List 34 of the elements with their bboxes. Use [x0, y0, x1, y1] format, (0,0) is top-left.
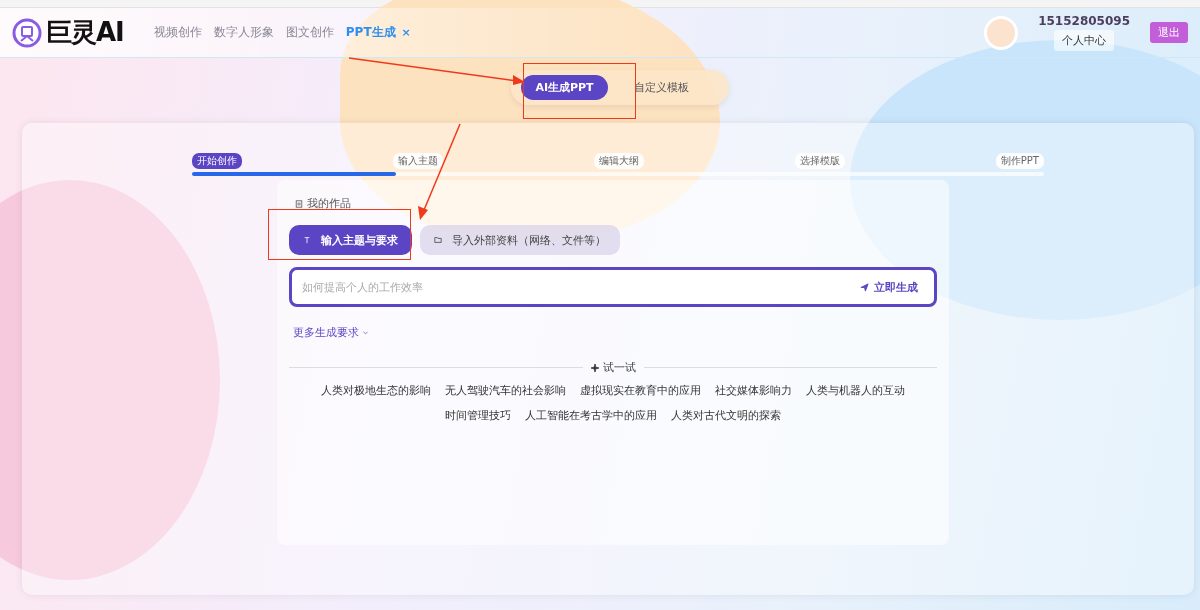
- suggestion-link[interactable]: 人类对极地生态的影响: [321, 383, 431, 398]
- input-tab[interactable]: 导入外部资料（网络、文件等）: [420, 225, 620, 255]
- suggestion-link[interactable]: 虚拟现实在教育中的应用: [580, 383, 701, 398]
- try-heading: 试一试: [590, 360, 636, 375]
- step-label: 选择模版: [794, 153, 845, 169]
- step-label: 开始创作: [192, 153, 242, 169]
- logout-button[interactable]: 退出: [1150, 22, 1188, 43]
- suggestion-link[interactable]: 无人驾驶汽车的社会影响: [445, 383, 566, 398]
- input-tab[interactable]: 输入主题与要求: [289, 225, 412, 255]
- step-label: 制作PPT: [995, 153, 1044, 169]
- logo-text: 巨灵AI: [46, 16, 124, 49]
- generate-button[interactable]: 立即生成: [854, 278, 924, 296]
- avatar[interactable]: [984, 15, 1019, 50]
- logo-icon: [12, 17, 42, 48]
- my-works-link[interactable]: 我的作品: [289, 196, 937, 211]
- topic-input-field[interactable]: 如何提高个人的工作效率 立即生成: [289, 267, 937, 307]
- document-icon: [295, 199, 303, 208]
- suggestion-link[interactable]: 人类与机器人的互动: [806, 383, 905, 398]
- more-options-toggle[interactable]: 更多生成要求: [289, 325, 369, 340]
- mode-tab[interactable]: 自定义模板: [619, 75, 703, 100]
- mode-tab[interactable]: AI生成PPT: [521, 75, 608, 100]
- send-icon: [860, 282, 869, 292]
- nav-tab[interactable]: 视频创作: [153, 24, 202, 41]
- suggestion-link[interactable]: 社交媒体影响力: [715, 383, 792, 398]
- suggestion-link[interactable]: 时间管理技巧: [445, 408, 511, 423]
- text-icon: [303, 236, 311, 244]
- folder-icon: [434, 236, 442, 244]
- chevron-down-icon: [362, 329, 369, 336]
- suggestion-link[interactable]: 人类对古代文明的探索: [671, 408, 781, 423]
- profile-button[interactable]: 个人中心: [1054, 30, 1115, 51]
- suggestion-link[interactable]: 人工智能在考古学中的应用: [525, 408, 657, 423]
- step-label: 输入主题: [392, 153, 443, 169]
- step-label: 编辑大纲: [593, 153, 644, 169]
- user-phone: 15152805095: [1038, 14, 1130, 28]
